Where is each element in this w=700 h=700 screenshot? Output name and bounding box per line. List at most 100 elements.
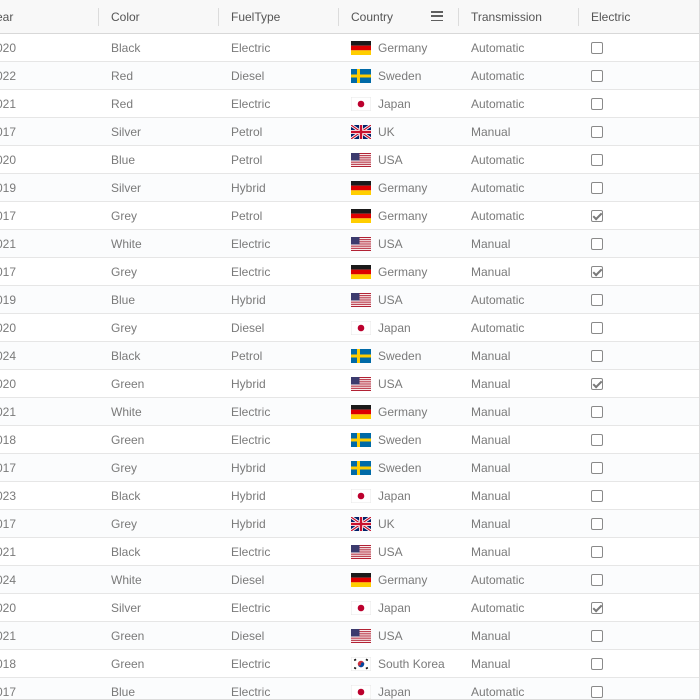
electric-checkbox[interactable] [591,685,603,698]
country-label: Japan [378,600,411,615]
table-row[interactable]: 020 Blue Petrol USA Automatic [0,146,699,174]
table-row[interactable]: 021 Red Electric Japan Automatic [0,90,699,118]
table-row[interactable]: 023 Black Hybrid Japan Manual [0,482,699,510]
cell-transmission: Manual [471,432,511,447]
table-row[interactable]: 017 Grey Hybrid Sweden Manual [0,454,699,482]
table-row[interactable]: 017 Grey Hybrid UK Manual [0,510,699,538]
table-row[interactable]: 017 Blue Electric Japan Automatic [0,678,699,699]
electric-checkbox[interactable] [591,545,603,558]
electric-checkbox[interactable] [591,237,603,250]
table-row[interactable]: 020 Silver Electric Japan Automatic [0,594,699,622]
column-header-year[interactable]: ear [0,0,100,33]
cell-electric [591,90,691,117]
cell-electric [591,510,691,537]
cell-country: USA [351,622,456,649]
cell-year: 017 [0,460,17,475]
table-row[interactable]: 021 White Electric Germany Manual [0,398,699,426]
cell-country: Germany [351,202,456,229]
germany-flag-icon [351,40,371,55]
cell-electric [591,454,691,481]
column-header-transmission[interactable]: Transmission [471,0,576,33]
cell-electric [591,314,691,341]
table-row[interactable]: 018 Green Electric South Korea Manual [0,650,699,678]
electric-checkbox[interactable] [591,517,603,530]
cell-transmission: Manual [471,544,511,559]
cell-electric [591,62,691,89]
sweden-flag-icon [351,432,371,447]
table-row[interactable]: 021 Black Electric USA Manual [0,538,699,566]
cell-country: Sweden [351,426,456,453]
cell-color: Black [111,348,141,363]
table-row[interactable]: 017 Grey Petrol Germany Automatic [0,202,699,230]
cell-fueltype: Hybrid [231,180,266,195]
column-resize-handle[interactable] [98,8,99,26]
sweden-flag-icon [351,460,371,475]
electric-checkbox[interactable] [591,405,603,418]
electric-checkbox[interactable] [591,97,603,110]
electric-checkbox[interactable] [591,601,603,614]
electric-checkbox[interactable] [591,433,603,446]
electric-checkbox[interactable] [591,209,603,222]
column-header-fueltype[interactable]: FuelType [231,0,331,33]
cell-electric [591,650,691,677]
data-grid: ear Color FuelType Country Transmission … [0,0,700,700]
column-menu-icon[interactable] [431,11,443,21]
table-row[interactable]: 019 Silver Hybrid Germany Automatic [0,174,699,202]
table-row[interactable]: 020 Green Hybrid USA Manual [0,370,699,398]
electric-checkbox[interactable] [591,69,603,82]
table-row[interactable]: 017 Grey Electric Germany Manual [0,258,699,286]
electric-checkbox[interactable] [591,629,603,642]
electric-checkbox[interactable] [591,489,603,502]
cell-year: 020 [0,152,17,167]
electric-checkbox[interactable] [591,181,603,194]
electric-checkbox[interactable] [591,125,603,138]
cell-fueltype: Electric [231,600,271,615]
cell-color: Blue [111,152,136,167]
cell-fueltype: Hybrid [231,376,266,391]
column-header-color[interactable]: Color [111,0,211,33]
table-row[interactable]: 018 Green Electric Sweden Manual [0,426,699,454]
column-resize-handle[interactable] [218,8,219,26]
table-row[interactable]: 024 White Diesel Germany Automatic [0,566,699,594]
column-resize-handle[interactable] [578,8,579,26]
table-row[interactable]: 017 Silver Petrol UK Manual [0,118,699,146]
country-label: UK [378,516,395,531]
column-header-electric[interactable]: Electric [591,0,691,33]
electric-checkbox[interactable] [591,321,603,334]
cell-color: Green [111,656,145,671]
cell-fueltype: Hybrid [231,460,266,475]
cell-country: Japan [351,678,456,699]
cell-fueltype: Electric [231,236,271,251]
table-row[interactable]: 024 Black Petrol Sweden Manual [0,342,699,370]
electric-checkbox[interactable] [591,153,603,166]
table-row[interactable]: 020 Grey Diesel Japan Automatic [0,314,699,342]
country-label: Germany [378,208,428,223]
table-row[interactable]: 019 Blue Hybrid USA Automatic [0,286,699,314]
table-row[interactable]: 022 Red Diesel Sweden Automatic [0,62,699,90]
cell-year: 019 [0,292,17,307]
cell-color: Grey [111,208,138,223]
cell-electric [591,230,691,257]
column-resize-handle[interactable] [458,8,459,26]
electric-checkbox[interactable] [591,461,603,474]
electric-checkbox[interactable] [591,41,603,54]
electric-checkbox[interactable] [591,293,603,306]
electric-checkbox[interactable] [591,349,603,362]
table-row[interactable]: 020 Black Electric Germany Automatic [0,34,699,62]
cell-transmission: Manual [471,404,511,419]
electric-checkbox[interactable] [591,657,603,670]
cell-color: Red [111,96,134,111]
electric-checkbox[interactable] [591,573,603,586]
cell-electric [591,426,691,453]
cell-transmission: Automatic [471,684,525,699]
table-row[interactable]: 021 White Electric USA Manual [0,230,699,258]
cell-transmission: Automatic [471,68,525,83]
electric-checkbox[interactable] [591,377,603,390]
cell-country: Japan [351,482,456,509]
cell-electric [591,342,691,369]
cell-electric [591,202,691,229]
cell-color: White [111,404,142,419]
electric-checkbox[interactable] [591,265,603,278]
column-resize-handle[interactable] [338,8,339,26]
table-row[interactable]: 021 Green Diesel USA Manual [0,622,699,650]
